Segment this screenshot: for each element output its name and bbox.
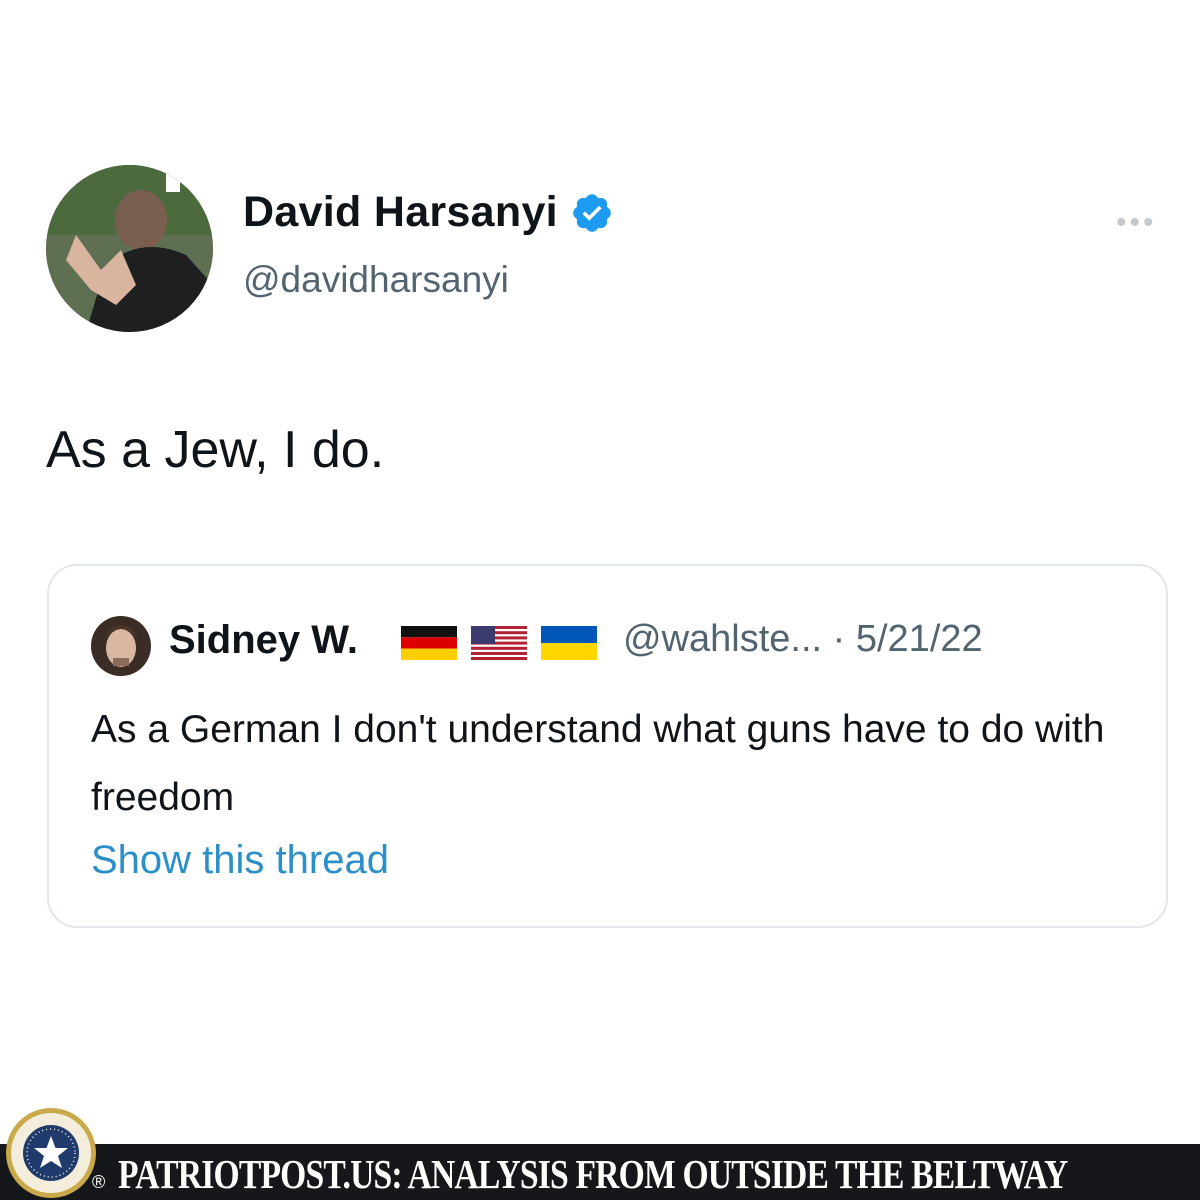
patriot-post-seal-icon	[6, 1108, 96, 1198]
verified-badge-icon	[573, 193, 611, 232]
quoted-tweet-card[interactable]: Sidney W. @wahlste... · 5/21/22 As a Ger…	[47, 564, 1168, 928]
registered-mark: ®	[92, 1172, 106, 1192]
author-handle[interactable]: @davidharsanyi	[243, 259, 509, 301]
tweet-text: As a Jew, I do.	[46, 421, 385, 479]
author-name-row[interactable]: David Harsanyi	[243, 188, 614, 237]
us-flag-icon	[471, 626, 527, 660]
more-options-icon[interactable]: •••	[1116, 208, 1157, 238]
german-flag-icon	[401, 626, 457, 660]
quoted-handle-date[interactable]: @wahlste... · 5/21/22	[623, 618, 983, 661]
footer-banner-text: PATRIOTPOST.US: ANALYSIS FROM OUTSIDE TH…	[118, 1151, 1068, 1197]
quoted-avatar-photo	[91, 616, 151, 676]
author-name[interactable]: David Harsanyi	[243, 188, 558, 237]
quoted-author-name[interactable]: Sidney W.	[169, 618, 358, 663]
ukraine-flag-icon	[541, 626, 597, 660]
quoted-tweet-text: As a German I don't understand what guns…	[91, 708, 1105, 819]
author-avatar[interactable]	[46, 165, 213, 332]
quoted-author-avatar[interactable]	[91, 616, 151, 676]
show-thread-link[interactable]: Show this thread	[91, 838, 389, 883]
avatar-photo	[46, 165, 213, 332]
